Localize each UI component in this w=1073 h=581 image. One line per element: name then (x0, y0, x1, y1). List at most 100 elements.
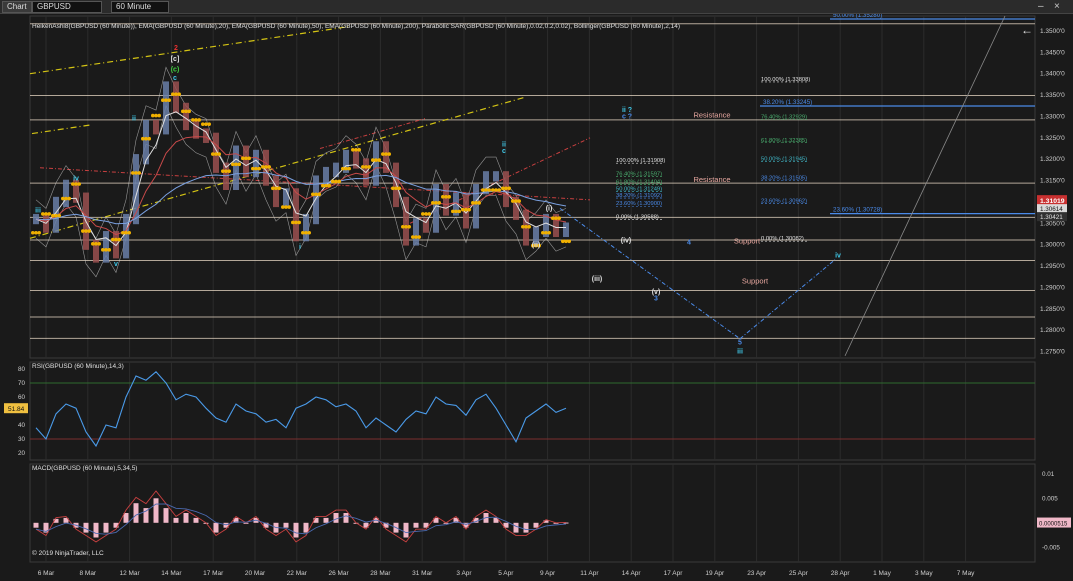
x-tick-label: 14 Apr (622, 570, 642, 577)
heiken-ashi-bar (283, 188, 289, 208)
macd-histogram-bar (33, 522, 39, 528)
x-tick-label: 17 Mar (203, 570, 224, 577)
parabolic-sar-dot (244, 156, 248, 161)
heiken-ashi-bar (373, 141, 379, 186)
wave-label: (iv) (621, 238, 632, 245)
instrument-selector[interactable]: GBPUSD (32, 1, 102, 13)
parabolic-sar-dot (64, 196, 68, 201)
chart-tab[interactable]: Chart (2, 1, 32, 13)
parabolic-sar-dot (41, 212, 45, 216)
parabolic-sar-dot (444, 195, 448, 199)
parabolic-sar-dot (364, 165, 368, 169)
parabolic-sar-dot (357, 148, 362, 152)
parabolic-sar-dot (427, 212, 432, 216)
y-tick-label: 1.3350'0 (1040, 92, 1065, 99)
parabolic-sar-dot (54, 213, 58, 218)
x-tick-label: 25 Apr (789, 570, 809, 577)
parabolic-sar-dot (491, 188, 495, 192)
parabolic-sar-dot (201, 122, 205, 126)
parabolic-sar-dot (341, 166, 345, 171)
wave-label: [c] (171, 56, 180, 63)
close-icon[interactable]: × (1054, 0, 1060, 13)
parabolic-sar-dot (517, 199, 521, 203)
y-tick-label: 1.3500'0 (1040, 28, 1065, 35)
parabolic-sar-dot (217, 152, 221, 156)
parabolic-sar-dot (94, 242, 98, 246)
parabolic-sar-dot (161, 98, 165, 103)
macd-histogram-bar (173, 517, 179, 523)
heiken-ashi-bar (413, 218, 419, 246)
parabolic-sar-dot (131, 171, 135, 175)
parabolic-sar-dot (447, 195, 452, 199)
parabolic-sar-dot (221, 169, 225, 173)
parabolic-sar-dot (527, 224, 531, 229)
parabolic-sar-dot (37, 230, 41, 235)
macd-histogram-bar (193, 517, 199, 523)
heiken-ashi-bar (393, 162, 399, 208)
rsi-tick-label: 30 (18, 436, 26, 443)
heiken-ashi-bar (273, 175, 279, 208)
parabolic-sar-dot (544, 230, 548, 235)
wave-label: iv (73, 176, 79, 183)
wave-label: (i) (546, 206, 553, 213)
macd-histogram-bar (513, 522, 519, 533)
parabolic-sar-dot (107, 248, 111, 252)
heiken-ashi-bar (163, 81, 169, 135)
parabolic-sar-dot (391, 186, 395, 191)
macd-histogram-bar (123, 513, 129, 523)
wave-label: iv (835, 253, 841, 260)
x-tick-label: 8 Mar (79, 570, 96, 577)
parabolic-sar-dot (154, 113, 158, 118)
parabolic-sar-dot (287, 205, 292, 209)
macd-histogram-bar (213, 522, 219, 533)
parabolic-sar-dot (454, 209, 458, 214)
chart-area[interactable]: Resistance Resistance Resistance Support Sup… (0, 14, 1073, 581)
fib-retracement-label: 23.60% (1.30900) (616, 201, 662, 207)
y-tick-label: 1.3400'0 (1040, 71, 1065, 78)
macd-histogram-bar (283, 522, 289, 528)
back-arrow-icon[interactable]: ← (1021, 23, 1033, 37)
parabolic-sar-dot (344, 166, 348, 171)
wave-label: c (173, 75, 177, 82)
parabolic-sar-dot (204, 122, 208, 126)
parabolic-sar-dot (297, 220, 302, 225)
fib-retracement-label: 61.80% (1.32385) (761, 138, 807, 144)
parabolic-sar-dot (81, 229, 85, 233)
macd-histogram-bar (93, 522, 99, 538)
parabolic-sar-dot (314, 192, 318, 197)
parabolic-sar-dot (191, 118, 195, 122)
parabolic-sar-dot (84, 229, 88, 233)
heiken-ashi-bar (493, 171, 499, 182)
parabolic-sar-dot (304, 230, 308, 235)
x-tick-label: 1 May (873, 570, 891, 577)
macd-tick-label: 0.01 (1042, 471, 1055, 478)
parabolic-sar-dot (61, 196, 65, 201)
x-tick-label: 5 Apr (498, 570, 514, 577)
parabolic-sar-dot (101, 248, 105, 252)
timeframe-selector[interactable]: 60 Minute (111, 1, 169, 13)
x-tick-label: 12 Mar (119, 570, 140, 577)
y-tick-label: 1.2950'0 (1040, 263, 1065, 270)
parabolic-sar-dot (74, 182, 78, 186)
parabolic-sar-dot (541, 230, 545, 235)
parabolic-sar-dot (187, 109, 191, 114)
parabolic-sar-dot (461, 207, 465, 212)
wave-label: (ii) (532, 242, 541, 249)
parabolic-sar-dot (441, 195, 445, 199)
parabolic-sar-dot (31, 230, 35, 235)
macd-tick-label: 0.005 (1042, 495, 1058, 502)
heiken-ashi-bar (233, 145, 239, 190)
parabolic-sar-dot (231, 162, 235, 167)
macd-histogram-bar (333, 513, 339, 523)
parabolic-sar-dot (417, 235, 422, 239)
minimize-icon[interactable]: – (1038, 0, 1044, 13)
wave-label: (c) (171, 67, 180, 74)
wave-label: v (114, 261, 118, 268)
parabolic-sar-dot (224, 169, 228, 173)
parabolic-sar-dot (97, 242, 101, 246)
parabolic-sar-dot (294, 220, 298, 225)
parabolic-sar-dot (34, 230, 38, 235)
heiken-ashi-bar (423, 218, 429, 233)
macd-histogram-bar (413, 522, 419, 528)
price-indicators-label: HeikenAshi8(GBPUSD (60 Minute)), EMA(GBP… (32, 23, 680, 30)
